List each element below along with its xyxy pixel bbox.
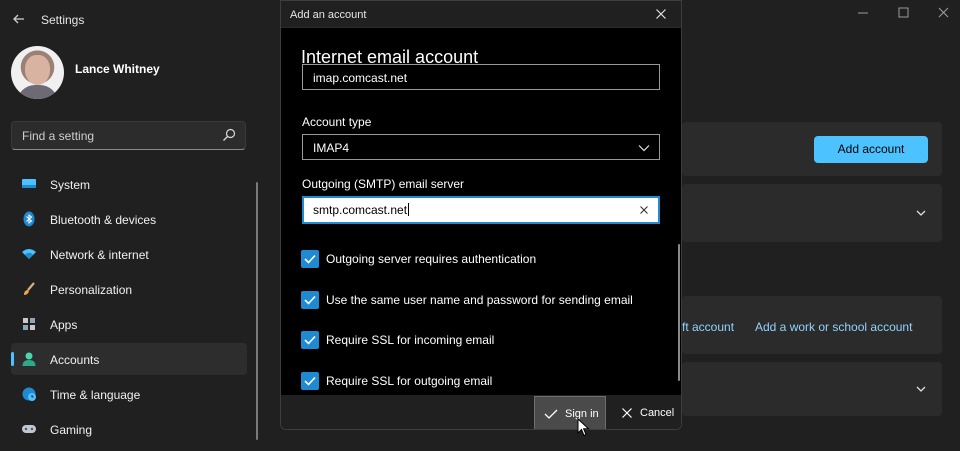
outgoing-server-label: Outgoing (SMTP) email server bbox=[302, 177, 465, 191]
account-card[interactable] bbox=[682, 184, 942, 242]
sidebar-item-time-language[interactable]: Time & language bbox=[11, 378, 247, 410]
app-title: Settings bbox=[41, 13, 85, 27]
apps-icon bbox=[21, 316, 37, 332]
chevron-down-icon[interactable] bbox=[914, 206, 928, 220]
wifi-icon bbox=[21, 246, 37, 262]
outgoing-server-value: smtp.comcast.net bbox=[313, 203, 410, 217]
sidebar-item-label: Personalization bbox=[50, 283, 133, 297]
dialog-title: Add an account bbox=[290, 9, 367, 21]
checkbox-label: Outgoing server requires authentication bbox=[326, 252, 537, 266]
sidebar-item-label: Time & language bbox=[50, 388, 141, 402]
search-input[interactable]: Find a setting bbox=[11, 121, 246, 150]
chevron-down-icon[interactable] bbox=[914, 382, 928, 396]
dialog-titlebar: Add an account bbox=[281, 1, 681, 28]
account-type-select[interactable]: IMAP4 bbox=[302, 134, 660, 160]
checkbox-checked-icon[interactable] bbox=[301, 331, 319, 349]
cancel-x-icon bbox=[622, 408, 632, 418]
globe-clock-icon bbox=[21, 386, 37, 402]
cancel-label: Cancel bbox=[640, 407, 675, 419]
checkmark-icon bbox=[544, 409, 558, 419]
maximize-icon[interactable] bbox=[890, 4, 916, 22]
sidebar-item-gaming[interactable]: Gaming bbox=[11, 413, 247, 445]
account-type-label: Account type bbox=[302, 115, 372, 129]
sidebar-item-bluetooth[interactable]: Bluetooth & devices bbox=[11, 203, 247, 235]
checkbox-checked-icon[interactable] bbox=[301, 372, 319, 390]
sign-in-button[interactable]: Sign in bbox=[534, 396, 606, 429]
sidebar-item-accounts[interactable]: Accounts bbox=[11, 343, 247, 375]
mouse-cursor-icon bbox=[577, 417, 591, 438]
sidebar-item-personalization[interactable]: Personalization bbox=[11, 273, 247, 305]
user-name: Lance Whitney bbox=[75, 62, 160, 76]
bluetooth-icon bbox=[21, 211, 37, 227]
sidebar-item-label: Apps bbox=[50, 318, 78, 332]
brush-icon bbox=[21, 281, 37, 297]
chevron-down-icon bbox=[637, 141, 651, 153]
system-icon bbox=[21, 176, 37, 192]
sidebar-item-label: Bluetooth & devices bbox=[50, 213, 157, 227]
minimize-icon[interactable] bbox=[850, 4, 876, 22]
dialog-scrollbar[interactable] bbox=[678, 244, 680, 381]
add-account-dialog: Add an account Internet email account im… bbox=[280, 0, 682, 430]
sidebar-item-label: Gaming bbox=[50, 423, 93, 437]
account-type-value: IMAP4 bbox=[313, 141, 350, 155]
checkbox-label: Require SSL for incoming email bbox=[326, 333, 495, 347]
gamepad-icon bbox=[21, 421, 37, 437]
accounts-icon bbox=[21, 351, 37, 367]
close-icon[interactable] bbox=[653, 6, 669, 22]
incoming-server-value: imap.comcast.net bbox=[313, 71, 408, 85]
sidebar-item-apps[interactable]: Apps bbox=[11, 308, 247, 340]
sidebar-item-system[interactable]: System bbox=[11, 168, 247, 200]
close-icon[interactable] bbox=[931, 4, 957, 22]
sidebar-scrollbar[interactable] bbox=[256, 182, 258, 440]
sidebar-item-label: Accounts bbox=[50, 353, 100, 367]
incoming-server-field[interactable]: imap.comcast.net bbox=[302, 64, 660, 90]
search-icon[interactable] bbox=[221, 127, 237, 143]
sidebar-item-label: Network & internet bbox=[50, 248, 149, 262]
dialog-footer: Sign in Cancel bbox=[281, 395, 681, 429]
clear-icon[interactable] bbox=[638, 203, 650, 215]
avatar[interactable] bbox=[11, 46, 64, 99]
outgoing-server-field[interactable]: smtp.comcast.net bbox=[302, 196, 660, 224]
expandable-card[interactable] bbox=[682, 362, 942, 416]
sidebar-nav: System Bluetooth & devices Network & int… bbox=[11, 168, 247, 448]
checkbox-label: Require SSL for outgoing email bbox=[326, 374, 493, 388]
sidebar-item-network[interactable]: Network & internet bbox=[11, 238, 247, 270]
back-arrow-icon[interactable] bbox=[9, 9, 29, 29]
add-work-school-account-link[interactable]: Add a work or school account bbox=[755, 320, 912, 334]
add-microsoft-account-link[interactable]: ft account bbox=[682, 320, 734, 334]
checkbox-checked-icon[interactable] bbox=[301, 291, 319, 309]
add-account-button[interactable]: Add account bbox=[814, 136, 928, 163]
checkbox-label: Use the same user name and password for … bbox=[326, 293, 633, 307]
search-placeholder: Find a setting bbox=[22, 129, 95, 143]
cancel-button[interactable]: Cancel bbox=[610, 396, 680, 429]
sidebar-item-label: System bbox=[50, 178, 91, 192]
checkbox-checked-icon[interactable] bbox=[301, 250, 319, 268]
